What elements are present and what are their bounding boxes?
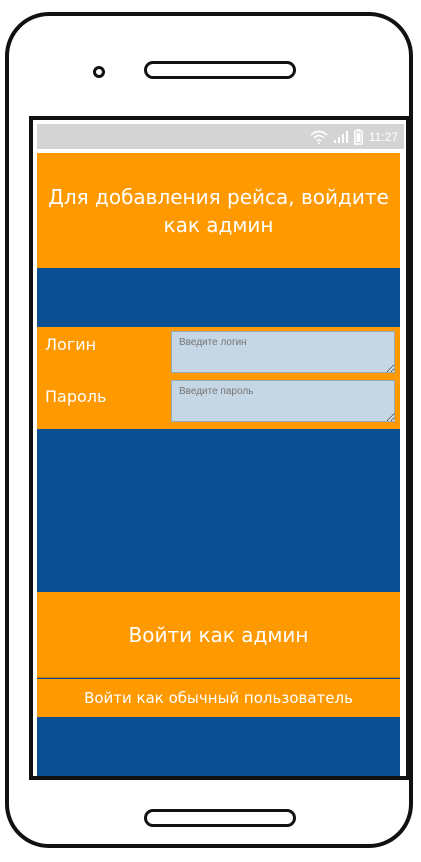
- camera-icon: [93, 66, 105, 78]
- speaker-slot: [144, 61, 296, 79]
- home-button[interactable]: [144, 809, 296, 827]
- status-bar: 11:27: [37, 124, 404, 149]
- status-time: 11:27: [368, 129, 398, 144]
- page-title: Для добавления рейса, войдите как админ: [37, 153, 400, 268]
- wifi-icon: [310, 130, 328, 144]
- login-label: Логин: [45, 335, 97, 354]
- battery-icon: [353, 128, 363, 145]
- phone-screen: 11:27 Для добавления рейса, войдите как …: [29, 116, 410, 780]
- app-content: Для добавления рейса, войдите как админ …: [37, 153, 400, 776]
- user-login-button[interactable]: Войти как обычный пользователь: [37, 679, 400, 717]
- signal-icon: [333, 130, 348, 143]
- phone-frame: 11:27 Для добавления рейса, войдите как …: [5, 12, 413, 848]
- login-input[interactable]: [169, 329, 397, 375]
- admin-login-button[interactable]: Войти как админ: [37, 592, 400, 678]
- password-label: Пароль: [45, 387, 107, 406]
- login-form: Логин Пароль: [37, 327, 400, 429]
- password-input[interactable]: [169, 378, 397, 424]
